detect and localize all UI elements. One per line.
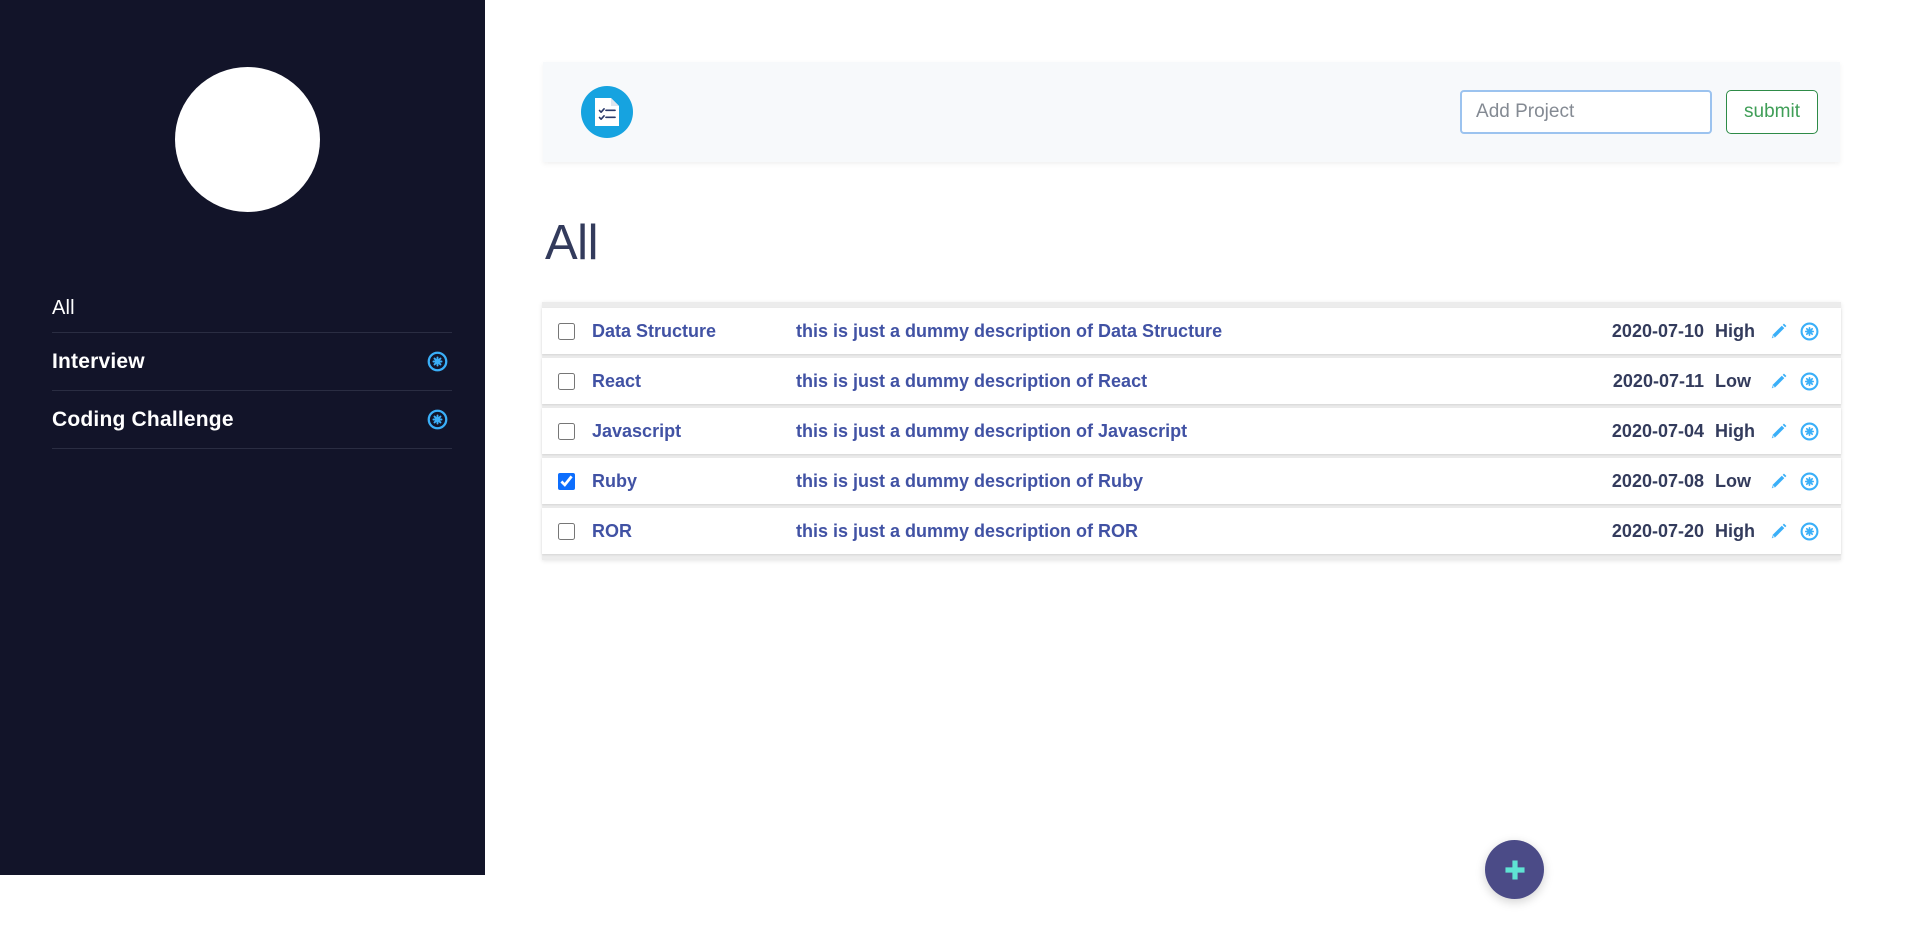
delete-circle-icon[interactable] xyxy=(1800,372,1819,391)
task-name: Data Structure xyxy=(592,320,717,341)
task-date: 2020-07-11 xyxy=(1612,370,1704,391)
task-description: this is just a dummy description of Java… xyxy=(796,420,1188,441)
task-description: this is just a dummy description of Reac… xyxy=(796,370,1148,391)
edit-pencil-icon[interactable] xyxy=(1769,472,1788,491)
task-row[interactable]: React this is just a dummy description o… xyxy=(542,358,1841,404)
task-priority: Low xyxy=(1715,470,1751,491)
task-priority: High xyxy=(1715,420,1755,441)
task-row[interactable]: Ruby this is just a dummy description of… xyxy=(542,458,1841,504)
submit-button[interactable]: submit xyxy=(1726,90,1818,134)
edit-pencil-icon[interactable] xyxy=(1769,322,1788,341)
task-date: 2020-07-10 xyxy=(1611,320,1704,341)
task-name: Ruby xyxy=(592,470,637,491)
delete-circle-icon[interactable] xyxy=(1800,322,1819,341)
sidebar-item-label: All xyxy=(52,297,75,319)
task-description: this is just a dummy description of Ruby xyxy=(796,470,1144,491)
task-date: 2020-07-08 xyxy=(1611,470,1704,491)
app-root: All Interview Coding Challenge Add Proje… xyxy=(0,0,1910,929)
add-task-fab[interactable] xyxy=(1485,840,1544,899)
task-name: React xyxy=(592,370,642,391)
task-date: 2020-07-20 xyxy=(1611,520,1704,541)
task-list: Data Structure this is just a dummy desc… xyxy=(542,302,1841,560)
document-checklist-icon xyxy=(595,98,619,126)
sidebar-item-label: Interview xyxy=(52,349,145,373)
main-content: submit All Data Structure this is just a… xyxy=(485,0,1910,929)
sidebar-nav: All Interview Coding Challenge xyxy=(52,285,452,449)
delete-circle-icon[interactable] xyxy=(1800,522,1819,541)
delete-circle-icon[interactable] xyxy=(1800,472,1819,491)
task-row[interactable]: Data Structure this is just a dummy desc… xyxy=(542,308,1841,354)
task-name: ROR xyxy=(592,520,632,541)
task-date: 2020-07-04 xyxy=(1611,420,1704,441)
task-checkbox[interactable] xyxy=(558,422,575,440)
app-logo xyxy=(581,86,633,138)
task-row[interactable]: Javascript this is just a dummy descript… xyxy=(542,408,1841,454)
task-description: this is just a dummy description of ROR xyxy=(796,520,1139,541)
sidebar-item-all[interactable]: All xyxy=(52,285,452,333)
task-priority: High xyxy=(1715,320,1755,341)
task-priority: Low xyxy=(1715,370,1751,391)
delete-circle-icon[interactable] xyxy=(427,409,448,430)
sidebar: All Interview Coding Challenge xyxy=(0,0,485,875)
task-checkbox[interactable] xyxy=(558,322,575,340)
toolbar-actions: submit xyxy=(1460,90,1818,134)
delete-circle-icon[interactable] xyxy=(427,351,448,372)
task-name: Javascript xyxy=(592,420,682,441)
toolbar: submit xyxy=(543,62,1840,162)
page-title: All xyxy=(545,216,598,270)
plus-icon xyxy=(1504,859,1525,880)
task-row[interactable]: ROR this is just a dummy description of … xyxy=(542,508,1841,554)
edit-pencil-icon[interactable] xyxy=(1769,422,1788,441)
sidebar-item-interview[interactable]: Interview xyxy=(52,333,452,391)
task-checkbox[interactable] xyxy=(558,522,575,540)
edit-pencil-icon[interactable] xyxy=(1769,522,1788,541)
task-priority: High xyxy=(1715,520,1755,541)
edit-pencil-icon[interactable] xyxy=(1769,372,1788,391)
sidebar-item-label: Coding Challenge xyxy=(52,407,234,431)
add-project-input[interactable] xyxy=(1460,90,1713,134)
task-checkbox[interactable] xyxy=(558,372,575,390)
delete-circle-icon[interactable] xyxy=(1800,422,1819,441)
task-description: this is just a dummy description of Data… xyxy=(796,320,1223,341)
task-checkbox[interactable] xyxy=(558,472,575,490)
avatar xyxy=(175,67,320,212)
sidebar-item-coding-challenge[interactable]: Coding Challenge xyxy=(52,391,452,449)
